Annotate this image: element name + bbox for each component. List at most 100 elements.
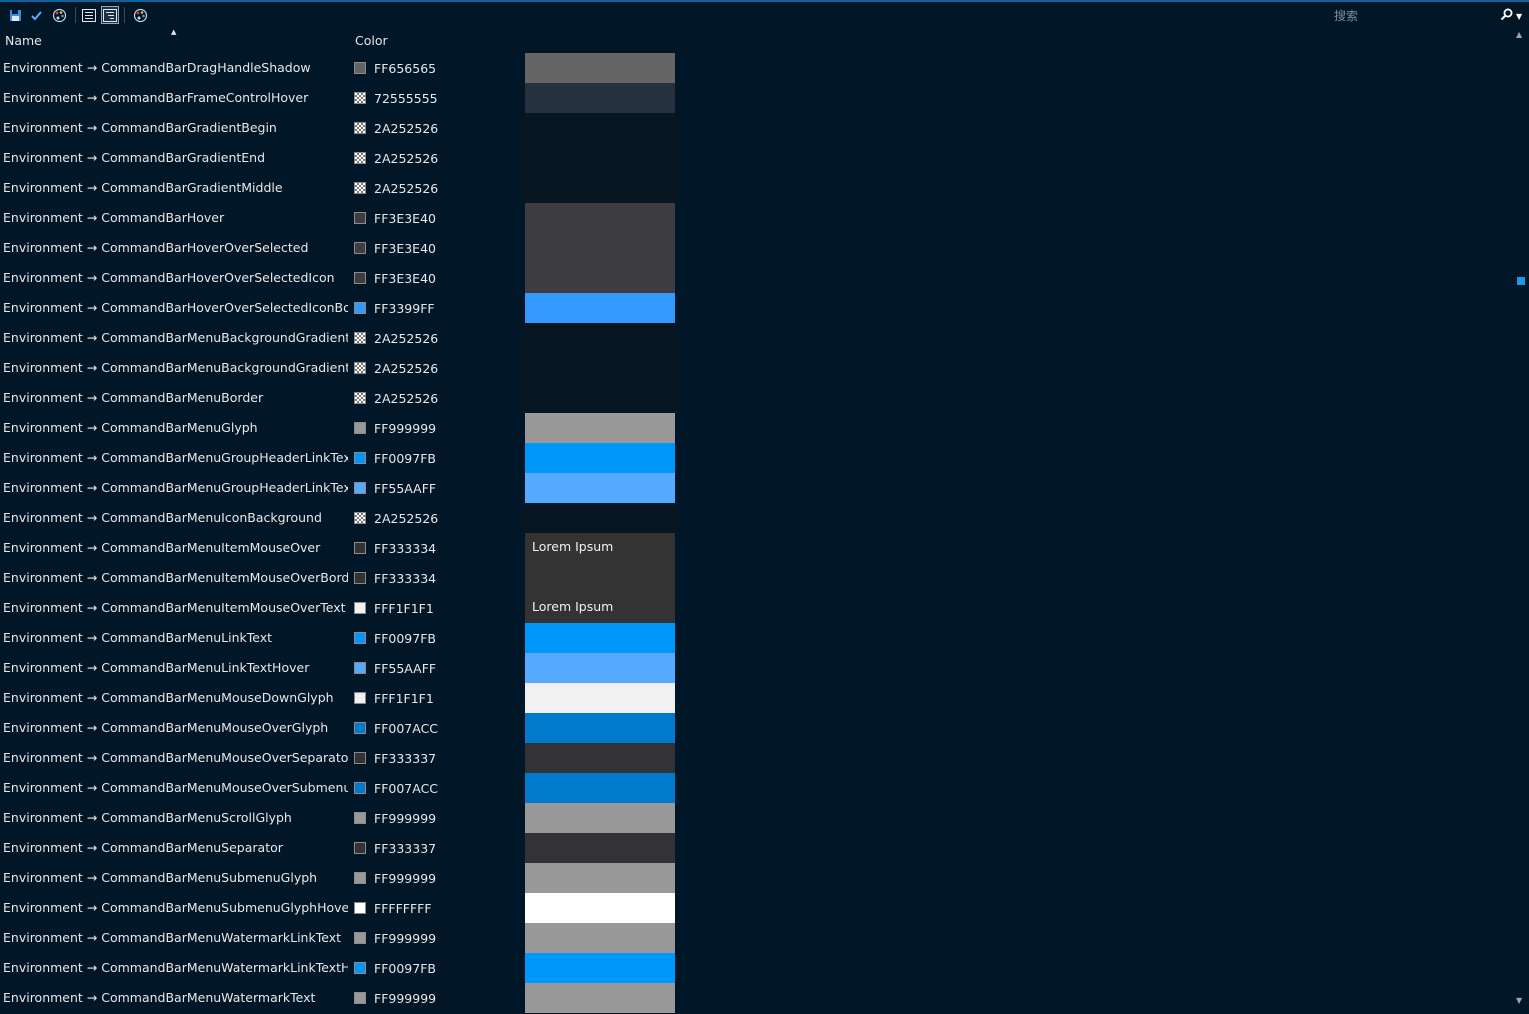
color-swatch[interactable]: [354, 452, 366, 464]
color-hex-value[interactable]: FF999999: [374, 871, 436, 886]
color-swatch[interactable]: [354, 272, 366, 284]
color-swatch[interactable]: [354, 542, 366, 554]
color-hex-value[interactable]: 2A252526: [374, 391, 438, 406]
table-row[interactable]: Environment → CommandBarMenuMouseOverSep…: [0, 743, 1510, 773]
table-row[interactable]: Environment → CommandBarHover FF3E3E40: [0, 203, 1510, 233]
color-swatch[interactable]: [354, 902, 366, 914]
color-hex-value[interactable]: FF656565: [374, 61, 436, 76]
color-hex-value[interactable]: FF999999: [374, 931, 436, 946]
table-row[interactable]: Environment → CommandBarMenuBorder 2A2525…: [0, 383, 1510, 413]
table-row[interactable]: Environment → CommandBarMenuWatermarkTex…: [0, 983, 1510, 1013]
checkmark-icon[interactable]: [27, 6, 45, 24]
color-hex-value[interactable]: FF333337: [374, 841, 436, 856]
color-swatch[interactable]: [354, 302, 366, 314]
scroll-up-icon[interactable]: ▲: [1516, 30, 1522, 39]
color-swatch[interactable]: [354, 632, 366, 644]
color-hex-value[interactable]: FFFFFFFF: [374, 901, 432, 916]
color-swatch[interactable]: [354, 692, 366, 704]
table-row[interactable]: Environment → CommandBarMenuSubmenuGlyph…: [0, 863, 1510, 893]
color-hex-value[interactable]: FF007ACC: [374, 781, 438, 796]
color-swatch[interactable]: [354, 872, 366, 884]
search-button[interactable]: ▼: [1500, 7, 1528, 25]
color-swatch[interactable]: [354, 242, 366, 254]
color-swatch[interactable]: [354, 212, 366, 224]
table-row[interactable]: Environment → CommandBarMenuItemMouseOve…: [0, 533, 1510, 563]
vertical-scrollbar[interactable]: ▲ ▼: [1512, 30, 1529, 1014]
color-hex-value[interactable]: 2A252526: [374, 331, 438, 346]
color-hex-value[interactable]: FFF1F1F1: [374, 601, 434, 616]
color-swatch[interactable]: [354, 512, 366, 524]
table-row[interactable]: Environment → CommandBarMenuGroupHeaderL…: [0, 443, 1510, 473]
color-swatch[interactable]: [354, 752, 366, 764]
color-hex-value[interactable]: FF333334: [374, 541, 436, 556]
color-hex-value[interactable]: FF999999: [374, 991, 436, 1006]
color-swatch[interactable]: [354, 722, 366, 734]
table-row[interactable]: Environment → CommandBarMenuIconBackgrou…: [0, 503, 1510, 533]
color-swatch[interactable]: [354, 482, 366, 494]
table-row[interactable]: Environment → CommandBarDragHandleShadow…: [0, 53, 1510, 83]
table-row[interactable]: Environment → CommandBarMenuWatermarkLin…: [0, 953, 1510, 983]
table-row[interactable]: Environment → CommandBarMenuItemMouseOve…: [0, 563, 1510, 593]
color-hex-value[interactable]: FF3E3E40: [374, 271, 436, 286]
color-hex-value[interactable]: FF0097FB: [374, 451, 436, 466]
color-hex-value[interactable]: FF55AAFF: [374, 481, 436, 496]
color-swatch[interactable]: [354, 122, 366, 134]
color-swatch[interactable]: [354, 782, 366, 794]
color-hex-value[interactable]: FFF1F1F1: [374, 691, 434, 706]
color-swatch[interactable]: [354, 572, 366, 584]
color-hex-value[interactable]: 2A252526: [374, 151, 438, 166]
color-swatch[interactable]: [354, 152, 366, 164]
color-hex-value[interactable]: 2A252526: [374, 181, 438, 196]
table-row[interactable]: Environment → CommandBarGradientBegin 2A2…: [0, 113, 1510, 143]
color-swatch[interactable]: [354, 962, 366, 974]
color-swatch[interactable]: [354, 182, 366, 194]
color-swatch[interactable]: [354, 662, 366, 674]
palette-icon[interactable]: [50, 6, 68, 24]
color-hex-value[interactable]: FF55AAFF: [374, 661, 436, 676]
table-row[interactable]: Environment → CommandBarMenuSeparator FF3…: [0, 833, 1510, 863]
table-row[interactable]: Environment → CommandBarMenuMouseOverSub…: [0, 773, 1510, 803]
table-row[interactable]: Environment → CommandBarMenuScrollGlyph F…: [0, 803, 1510, 833]
table-row[interactable]: Environment → CommandBarMenuBackgroundGr…: [0, 323, 1510, 353]
color-swatch[interactable]: [354, 932, 366, 944]
table-row[interactable]: Environment → CommandBarGradientEnd 2A252…: [0, 143, 1510, 173]
color-hex-value[interactable]: 72555555: [374, 91, 438, 106]
color-hex-value[interactable]: 2A252526: [374, 511, 438, 526]
table-row[interactable]: Environment → CommandBarHoverOverSelecte…: [0, 233, 1510, 263]
table-row[interactable]: Environment → CommandBarFrameControlHove…: [0, 83, 1510, 113]
scroll-down-icon[interactable]: ▼: [1516, 996, 1522, 1005]
color-swatch[interactable]: [354, 602, 366, 614]
color-swatch[interactable]: [354, 422, 366, 434]
search-input[interactable]: 搜索: [1320, 6, 1500, 26]
color-swatch[interactable]: [354, 62, 366, 74]
table-row[interactable]: Environment → CommandBarMenuGlyph FF99999…: [0, 413, 1510, 443]
palette-theme-icon[interactable]: [131, 6, 149, 24]
color-hex-value[interactable]: FF333337: [374, 751, 436, 766]
color-swatch[interactable]: [354, 992, 366, 1004]
table-row[interactable]: Environment → CommandBarMenuGroupHeaderL…: [0, 473, 1510, 503]
color-swatch[interactable]: [354, 362, 366, 374]
color-hex-value[interactable]: 2A252526: [374, 361, 438, 376]
table-row[interactable]: Environment → CommandBarGradientMiddle 2A…: [0, 173, 1510, 203]
color-swatch[interactable]: [354, 842, 366, 854]
color-hex-value[interactable]: FF3399FF: [374, 301, 435, 316]
color-hex-value[interactable]: 2A252526: [374, 121, 438, 136]
color-hex-value[interactable]: FF333334: [374, 571, 436, 586]
color-hex-value[interactable]: FF999999: [374, 421, 436, 436]
save-icon[interactable]: [6, 6, 24, 24]
table-row[interactable]: Environment → CommandBarMenuLinkTextHove…: [0, 653, 1510, 683]
color-hex-value[interactable]: FF0097FB: [374, 631, 436, 646]
table-row[interactable]: Environment → CommandBarHoverOverSelecte…: [0, 263, 1510, 293]
table-row[interactable]: Environment → CommandBarMenuMouseOverGly…: [0, 713, 1510, 743]
tree-view-icon[interactable]: [101, 6, 119, 24]
color-swatch[interactable]: [354, 812, 366, 824]
table-row[interactable]: Environment → CommandBarMenuLinkText FF00…: [0, 623, 1510, 653]
color-hex-value[interactable]: FF0097FB: [374, 961, 436, 976]
color-hex-value[interactable]: FF3E3E40: [374, 241, 436, 256]
table-row[interactable]: Environment → CommandBarMenuSubmenuGlyph…: [0, 893, 1510, 923]
scroll-thumb[interactable]: [1517, 277, 1525, 285]
color-hex-value[interactable]: FF007ACC: [374, 721, 438, 736]
color-swatch[interactable]: [354, 332, 366, 344]
table-row[interactable]: Environment → CommandBarMenuItemMouseOve…: [0, 593, 1510, 623]
column-header-name[interactable]: Name: [5, 33, 42, 48]
